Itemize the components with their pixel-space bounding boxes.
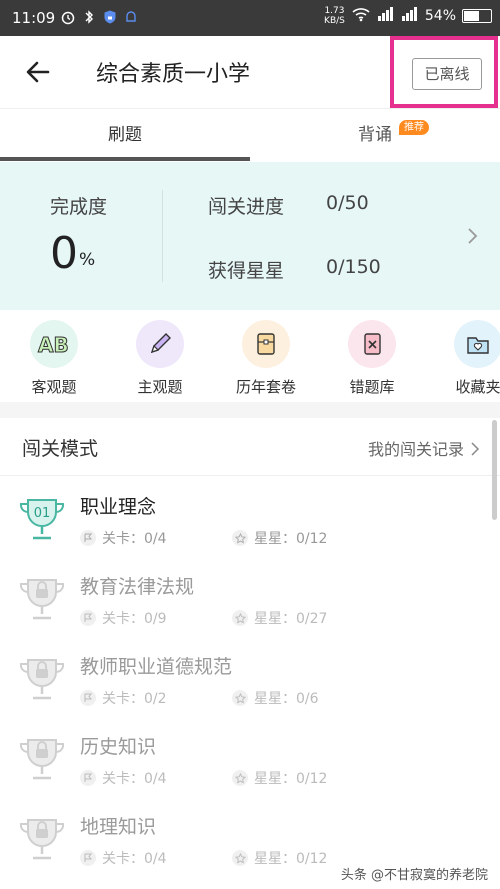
completion-value: 0 bbox=[50, 228, 78, 279]
alarm-icon bbox=[60, 9, 76, 25]
chevron-right-icon bbox=[466, 226, 480, 246]
back-arrow-icon[interactable] bbox=[22, 56, 54, 88]
network-speed-unit: KB/S bbox=[324, 16, 345, 26]
level-stars: 星星：0/12 bbox=[254, 531, 328, 547]
tab-practice[interactable]: 刷题 bbox=[0, 109, 250, 163]
level-name: 教师职业道德规范 bbox=[80, 656, 233, 678]
folder-paper-icon bbox=[242, 320, 290, 368]
battery-percent: 54% bbox=[424, 8, 456, 24]
level-progress-label: 闯关进度 bbox=[208, 196, 285, 218]
level-stages: 关卡：0/2 bbox=[102, 691, 167, 707]
level-name: 地理知识 bbox=[80, 816, 157, 838]
category-label: 历年套卷 bbox=[235, 378, 296, 396]
star-icon bbox=[232, 610, 248, 626]
category-subjective[interactable]: 主观题 bbox=[110, 320, 210, 397]
svg-text:AB: AB bbox=[38, 333, 69, 357]
level-item[interactable]: 历史知识 关卡：0/4 星星：0/12 bbox=[0, 720, 500, 800]
level-item[interactable]: 教师职业道德规范 关卡：0/2 星星：0/6 bbox=[0, 640, 500, 720]
trophy-icon: 01 bbox=[18, 492, 66, 544]
tab-active-indicator bbox=[0, 157, 250, 161]
category-past-papers[interactable]: 历年套卷 bbox=[216, 320, 316, 397]
progress-card[interactable]: 完成度 0 % 闯关进度 0/50 获得星星 0/150 bbox=[0, 162, 500, 310]
favorites-icon bbox=[454, 320, 500, 368]
section-title: 闯关模式 bbox=[22, 438, 99, 460]
recommend-badge: 推荐 bbox=[399, 120, 429, 135]
category-label: 错题库 bbox=[349, 378, 395, 396]
trophy-number: 01 bbox=[34, 506, 51, 521]
category-favorites[interactable]: 收藏夹 bbox=[428, 320, 500, 397]
section-header: 闯关模式 我的闯关记录 bbox=[0, 418, 500, 476]
level-name: 职业理念 bbox=[80, 496, 157, 518]
flag-icon bbox=[80, 610, 96, 626]
flag-icon bbox=[80, 770, 96, 786]
star-icon bbox=[232, 850, 248, 866]
level-stages: 关卡：0/9 bbox=[102, 611, 167, 627]
notification-icon bbox=[123, 9, 139, 25]
category-row: AB 客观题 主观题 历年套卷 错题库 收藏夹 bbox=[0, 310, 500, 402]
level-stages: 关卡：0/4 bbox=[102, 531, 167, 547]
level-name: 教育法律法规 bbox=[80, 576, 195, 598]
app-header: 综合素质一小学 已离线 bbox=[0, 36, 500, 108]
page-title: 综合素质一小学 bbox=[96, 62, 251, 87]
level-stages: 关卡：0/4 bbox=[102, 851, 167, 867]
status-time: 11:09 bbox=[12, 9, 56, 27]
completion-label: 完成度 bbox=[50, 196, 108, 218]
chevron-right-icon bbox=[470, 441, 480, 456]
tab-bar: 刷题 背诵 bbox=[0, 108, 500, 162]
wifi-icon bbox=[351, 6, 371, 26]
locked-trophy-icon bbox=[18, 572, 66, 624]
category-label: 收藏夹 bbox=[455, 378, 500, 396]
level-item[interactable]: 教育法律法规 关卡：0/9 星星：0/27 bbox=[0, 560, 500, 640]
divider bbox=[162, 190, 163, 282]
network-speed-value: 1.73 bbox=[324, 6, 345, 16]
star-icon bbox=[232, 530, 248, 546]
pencil-icon bbox=[136, 320, 184, 368]
level-progress-value: 0/50 bbox=[326, 192, 369, 214]
status-bar: 11:09 1.73 KB/S 54% bbox=[0, 0, 500, 36]
challenge-record-link[interactable]: 我的闯关记录 bbox=[368, 436, 480, 460]
locked-trophy-icon bbox=[18, 732, 66, 784]
stars-value: 0/150 bbox=[326, 256, 381, 278]
level-item[interactable]: 01 职业理念 关卡：0/4 星星：0/12 bbox=[0, 480, 500, 560]
watermark-text: 头条 @不甘寂寞的养老院 bbox=[340, 868, 488, 883]
category-label: 客观题 bbox=[31, 378, 77, 396]
star-icon bbox=[232, 770, 248, 786]
shield-icon bbox=[102, 9, 118, 25]
stars-label: 获得星星 bbox=[208, 260, 285, 282]
flag-icon bbox=[80, 850, 96, 866]
wrong-book-icon bbox=[348, 320, 396, 368]
level-stages: 关卡：0/4 bbox=[102, 771, 167, 787]
flag-icon bbox=[80, 530, 96, 546]
signal-icon bbox=[377, 6, 395, 26]
level-stars: 星星：0/6 bbox=[254, 691, 319, 707]
flag-icon bbox=[80, 690, 96, 706]
bluetooth-icon bbox=[81, 9, 97, 25]
level-stars: 星星：0/12 bbox=[254, 851, 328, 867]
category-objective[interactable]: AB 客观题 bbox=[4, 320, 104, 397]
tab-recite[interactable]: 背诵 bbox=[250, 109, 500, 163]
level-stars: 星星：0/27 bbox=[254, 611, 328, 627]
signal-4g-icon bbox=[401, 6, 419, 26]
completion-unit: % bbox=[79, 250, 96, 270]
level-name: 历史知识 bbox=[80, 736, 157, 758]
category-wrong-answers[interactable]: 错题库 bbox=[322, 320, 422, 397]
star-icon bbox=[232, 690, 248, 706]
challenge-mode-section: 闯关模式 我的闯关记录 01 职业理念 关卡：0/4 星星：0/12 教育法律法… bbox=[0, 418, 500, 889]
category-label: 主观题 bbox=[137, 378, 183, 396]
ab-icon: AB bbox=[30, 320, 78, 368]
locked-trophy-icon bbox=[18, 812, 66, 864]
battery-icon bbox=[462, 9, 492, 23]
offline-button[interactable]: 已离线 bbox=[412, 58, 482, 90]
level-stars: 星星：0/12 bbox=[254, 771, 328, 787]
locked-trophy-icon bbox=[18, 652, 66, 704]
offline-highlight: 已离线 bbox=[390, 36, 498, 108]
scrollbar[interactable] bbox=[492, 420, 497, 520]
